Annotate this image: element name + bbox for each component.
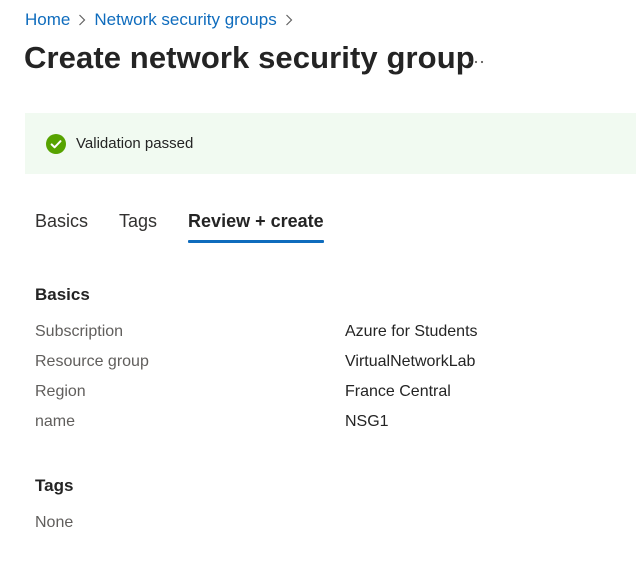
summary-label: Region [35,383,86,400]
summary-value: Azure for Students [345,323,478,340]
tags-section-heading: Tags [35,476,74,495]
breadcrumb: Home Network security groups [25,9,301,31]
tab-bar: Basics Tags Review + create [35,211,324,245]
summary-row-resource-group: Resource group VirtualNetworkLab [35,353,595,375]
chevron-right-icon [277,9,301,31]
validation-banner: Validation passed [25,113,636,174]
summary-value: VirtualNetworkLab [345,353,476,370]
checkmark-circle-icon [46,133,66,154]
more-horizontal-icon [468,60,484,64]
summary-row-name: name NSG1 [35,413,595,435]
page: Home Network security groups Create netw… [0,0,636,588]
breadcrumb-home-link[interactable]: Home [25,10,70,30]
summary-label: name [35,413,76,430]
tab-tags[interactable]: Tags [119,211,157,245]
breadcrumb-nsg-link[interactable]: Network security groups [94,10,276,30]
tab-review-create[interactable]: Review + create [188,211,324,245]
chevron-right-icon [70,9,94,31]
summary-row-subscription: Subscription Azure for Students [35,323,595,345]
summary-label: Subscription [35,323,124,340]
page-title: Create network security group [24,40,475,75]
summary-label: Resource group [35,353,149,370]
tab-basics[interactable]: Basics [35,211,88,245]
tags-value: None [35,514,74,531]
summary-row-region: Region France Central [35,383,595,405]
summary-value: France Central [345,383,451,400]
more-options-button[interactable] [462,50,490,74]
validation-message: Validation passed [76,135,194,152]
basics-section-heading: Basics [35,285,90,304]
summary-value: NSG1 [345,413,389,430]
